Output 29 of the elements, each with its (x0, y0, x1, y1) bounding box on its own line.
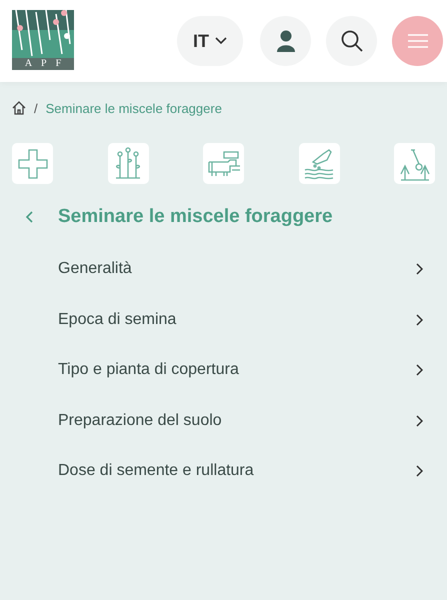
chevron-right-icon[interactable] (416, 314, 423, 326)
back-chevron-icon[interactable] (25, 211, 33, 223)
menu-item-link[interactable]: Dose di semente e rullatura (58, 462, 254, 480)
person-icon (276, 30, 296, 52)
breadcrumb-separator: / (34, 100, 38, 116)
category-tile[interactable] (12, 143, 53, 184)
home-icon[interactable] (12, 101, 26, 115)
logo-icon (12, 10, 74, 58)
language-button[interactable]: IT (177, 16, 243, 66)
chevron-right-icon[interactable] (416, 364, 423, 376)
category-tile[interactable] (108, 143, 148, 184)
category-tile[interactable] (203, 143, 244, 184)
section-title: Seminare le miscele foraggere (58, 205, 333, 229)
menu-item-link[interactable]: Epoca di semina (58, 310, 176, 329)
menu-item-link[interactable]: Tipo e pianta di copertura (58, 361, 239, 380)
menu-item-link[interactable]: Preparazione del suolo (58, 412, 222, 430)
search-button[interactable] (326, 16, 377, 66)
menu-icon (408, 34, 428, 48)
chevron-right-icon[interactable] (416, 263, 423, 276)
chevron-down-icon (215, 37, 227, 45)
category-tile[interactable] (298, 143, 340, 184)
search-icon (340, 30, 362, 52)
chevron-right-icon[interactable] (416, 414, 423, 427)
account-button[interactable] (260, 16, 311, 66)
menu-item-link[interactable]: Generalità (58, 260, 132, 278)
category-tile[interactable] (394, 143, 435, 184)
chevron-right-icon[interactable] (416, 465, 423, 478)
logo[interactable]: APF (12, 10, 74, 70)
logo-text: APF (12, 58, 74, 70)
